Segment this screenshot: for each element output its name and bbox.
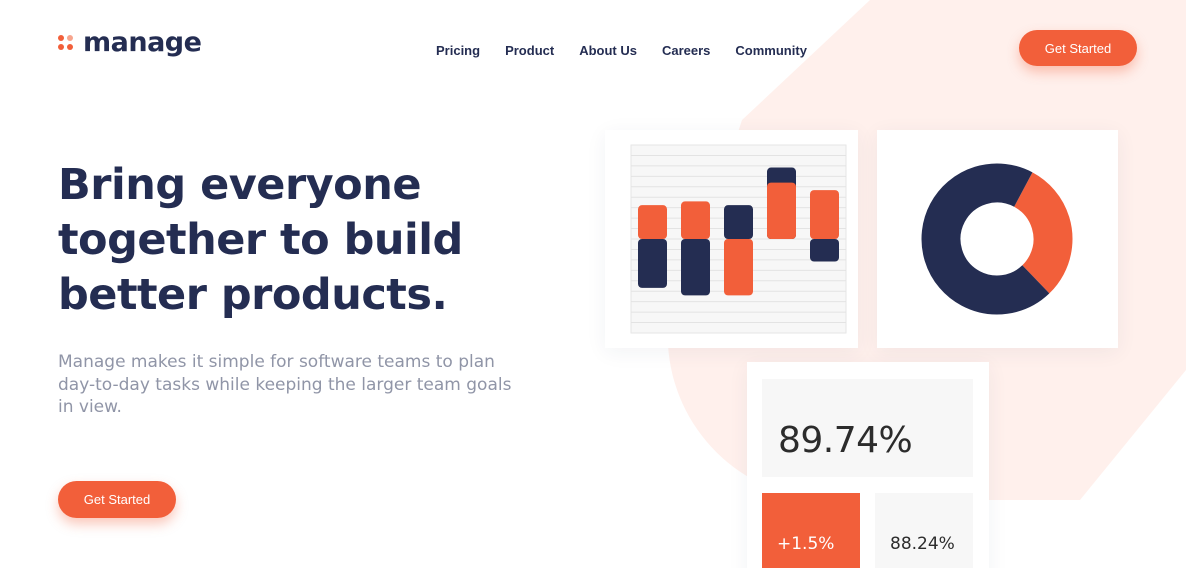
- hero-description: Manage makes it simple for software team…: [58, 352, 512, 417]
- logo-dots-icon: [58, 35, 74, 51]
- main-nav: Pricing Product About Us Careers Communi…: [436, 43, 832, 58]
- stats-card: 89.74% +1.5% 88.24%: [747, 362, 989, 568]
- change-stat-value: +1.5%: [777, 534, 835, 554]
- nav-link-community[interactable]: Community: [735, 43, 807, 58]
- bar-orange-2: [681, 201, 710, 239]
- bar-chart-card: [605, 130, 858, 348]
- bar-navy-3: [724, 205, 753, 239]
- donut-chart: [921, 163, 1073, 315]
- hero-get-started-button[interactable]: Get Started: [58, 481, 176, 518]
- change-stat-tile: +1.5%: [762, 493, 860, 568]
- bar-chart: [630, 144, 847, 334]
- main-stat-tile: 89.74%: [762, 379, 973, 477]
- bar-orange-5: [810, 190, 839, 239]
- bar-navy-5: [810, 239, 839, 262]
- secondary-stat-value: 88.24%: [890, 534, 955, 554]
- logo-wordmark: manage: [83, 27, 202, 58]
- hero-title: Bring everyone together to build better …: [58, 160, 463, 320]
- nav-link-pricing[interactable]: Pricing: [436, 43, 480, 58]
- bar-orange-1: [638, 205, 667, 239]
- main-stat-value: 89.74%: [778, 420, 913, 461]
- header-get-started-button[interactable]: Get Started: [1019, 30, 1137, 66]
- secondary-stat-tile: 88.24%: [875, 493, 973, 568]
- bar-orange-3: [724, 239, 753, 296]
- bar-navy-1: [638, 239, 667, 288]
- nav-link-about-us[interactable]: About Us: [579, 43, 637, 58]
- bar-navy-2: [681, 239, 710, 296]
- site-header: manage Pricing Product About Us Careers …: [0, 0, 1186, 100]
- nav-link-careers[interactable]: Careers: [662, 43, 710, 58]
- nav-link-product[interactable]: Product: [505, 43, 554, 58]
- donut-ring: [921, 163, 1073, 315]
- donut-chart-card: [877, 130, 1118, 348]
- logo[interactable]: manage: [58, 27, 202, 58]
- bar-orange-4: [767, 182, 796, 239]
